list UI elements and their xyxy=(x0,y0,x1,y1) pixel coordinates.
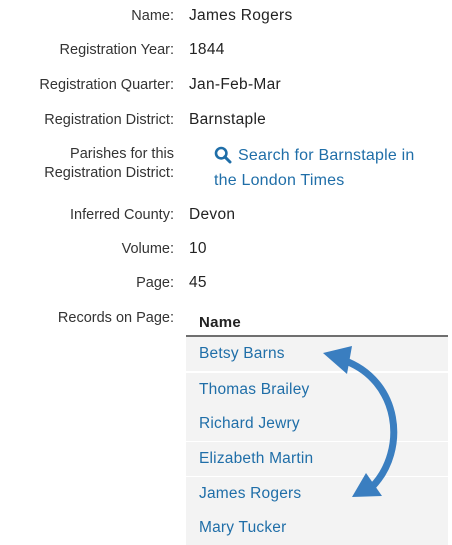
record-row: Richard Jewry xyxy=(186,407,448,441)
search-icon[interactable] xyxy=(214,146,232,164)
record-link[interactable]: Thomas Brailey xyxy=(199,380,309,400)
record-link[interactable]: Elizabeth Martin xyxy=(199,449,313,469)
search-london-times-link-line1[interactable]: Search for Barnstaple in xyxy=(238,143,414,168)
record-link[interactable]: Mary Tucker xyxy=(199,518,286,538)
inferred-county-label: Inferred County: xyxy=(70,207,174,223)
record-row: Betsy Barns xyxy=(186,337,448,371)
volume-value: 10 xyxy=(189,240,207,257)
name-value: James Rogers xyxy=(189,7,293,24)
parishes-label-line1: Parishes for this xyxy=(70,146,174,162)
registration-quarter-value: Jan-Feb-Mar xyxy=(189,76,282,93)
records-on-page-label: Records on Page: xyxy=(57,310,174,326)
volume-label: Volume: xyxy=(121,241,174,257)
registration-district-value: Barnstaple xyxy=(189,111,267,128)
name-label: Name: xyxy=(131,8,174,24)
parishes-label-line2: Registration District: xyxy=(44,165,174,181)
page-value: 45 xyxy=(189,274,207,291)
record-row: James Rogers xyxy=(186,477,448,511)
search-london-times-link-line2[interactable]: the London Times xyxy=(214,168,344,193)
registration-quarter-label: Registration Quarter: xyxy=(39,77,174,93)
registration-year-value: 1844 xyxy=(189,41,225,58)
page-label: Page: xyxy=(136,275,174,291)
inferred-county-value: Devon xyxy=(189,206,236,223)
record-row: Elizabeth Martin xyxy=(186,442,448,476)
record-row: Thomas Brailey xyxy=(186,373,448,407)
registration-district-label: Registration District: xyxy=(44,112,174,128)
records-column-header: Name xyxy=(199,314,242,331)
record-link[interactable]: James Rogers xyxy=(199,484,301,504)
registration-year-label: Registration Year: xyxy=(59,42,174,58)
record-link[interactable]: Betsy Barns xyxy=(199,344,285,364)
record-link[interactable]: Richard Jewry xyxy=(199,414,300,434)
